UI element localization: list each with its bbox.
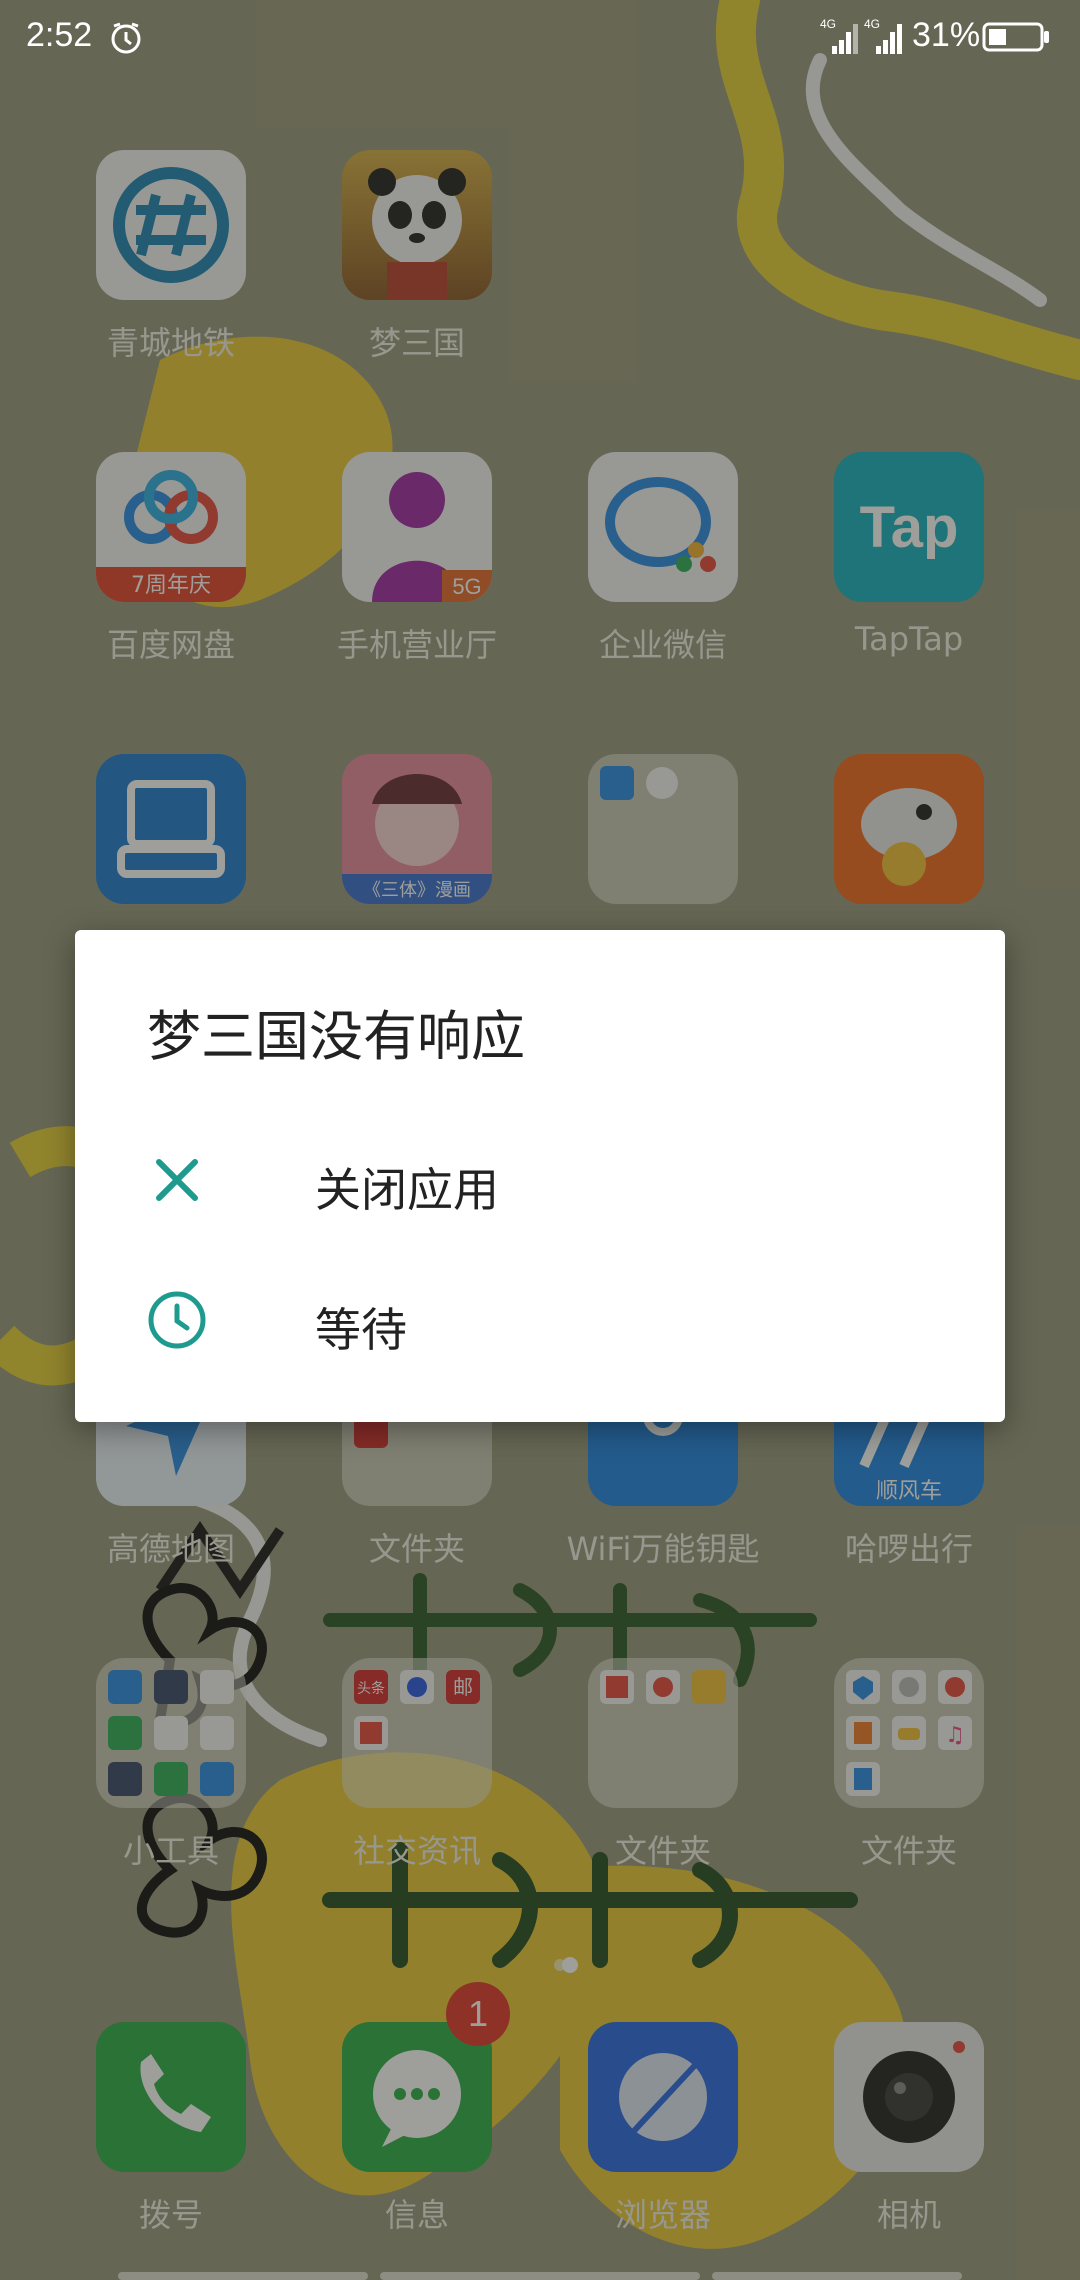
app-not-responding-dialog: 梦三国没有响应 关闭应用 等待 xyxy=(75,930,1005,1422)
close-app-label: 关闭应用 xyxy=(315,1163,499,1217)
close-app-option[interactable]: 关闭应用 xyxy=(75,1110,1005,1250)
alarm-icon xyxy=(111,22,141,54)
signal-icon-1: 4G xyxy=(820,17,858,54)
wait-option[interactable]: 等待 xyxy=(75,1250,1005,1390)
wait-label: 等待 xyxy=(315,1303,407,1357)
status-time: 2:52 xyxy=(26,16,93,54)
battery-icon xyxy=(982,22,1049,52)
clock-icon xyxy=(148,1291,206,1349)
dialog-title: 梦三国没有响应 xyxy=(147,1005,525,1068)
home-screen: 青城地铁 梦三国 7周年庆 百度网盘 5G 手机营业厅 企业微信 Tap Tap… xyxy=(0,0,1080,2280)
network-type-1: 4G xyxy=(820,17,836,31)
status-bar: 2:52 4G 4G 31% xyxy=(0,0,1080,76)
network-type-2: 4G xyxy=(864,17,880,31)
signal-icon-2: 4G xyxy=(864,17,902,54)
battery-percentage: 31% xyxy=(912,16,981,54)
close-icon xyxy=(156,1159,198,1201)
